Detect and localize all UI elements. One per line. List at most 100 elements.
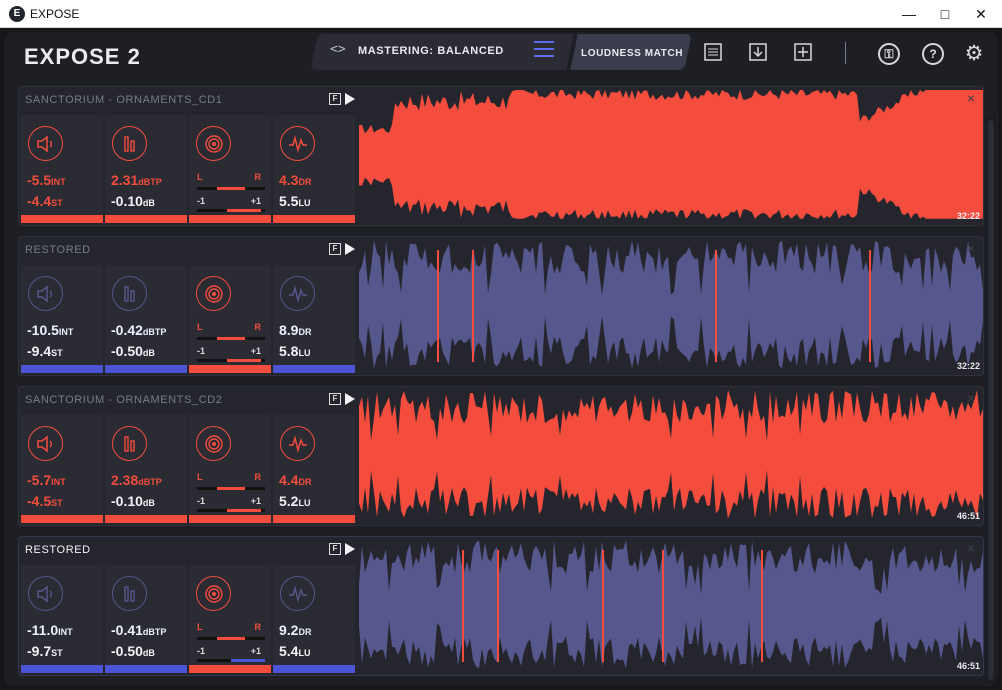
- add-icon[interactable]: [793, 42, 813, 62]
- stereo-field-icon: [196, 126, 231, 161]
- maximize-button[interactable]: □: [926, 0, 964, 28]
- notes-icon[interactable]: [703, 42, 723, 62]
- meter-panel: 9.2DR 5.4LU: [273, 565, 355, 673]
- scrollbar[interactable]: [986, 116, 996, 684]
- correlation-line: [197, 509, 265, 512]
- minus-label: -1: [197, 196, 206, 206]
- meter-number: -5.5: [27, 172, 52, 188]
- dynamic-range-icon: [280, 276, 315, 311]
- play-button[interactable]: [345, 393, 355, 405]
- file-icon[interactable]: F: [329, 543, 341, 555]
- meter-number: -4.4: [27, 193, 52, 209]
- remove-track-icon[interactable]: ×: [967, 540, 975, 556]
- code-icon[interactable]: <>: [330, 42, 346, 57]
- meter-value-dr: 4.3DR: [279, 172, 311, 188]
- waveform[interactable]: [359, 388, 983, 524]
- track-card[interactable]: RESTORED F -10.5INT -9.4ST -0.42dBTP -0.50d…: [18, 236, 984, 376]
- meter-status-bar: [273, 215, 355, 223]
- scrollbar-thumb[interactable]: [988, 120, 994, 680]
- meter-unit: INT: [51, 177, 66, 187]
- meter-unit: LU: [298, 498, 311, 508]
- waveform[interactable]: [359, 88, 983, 224]
- meter-number: -4.5: [27, 493, 52, 509]
- meter-panel: -10.5INT -9.4ST: [21, 265, 103, 373]
- meter-number: 9.2: [279, 622, 299, 638]
- correlation-line: [197, 209, 265, 212]
- meter-panel: 2.38dBTP -0.10dB: [105, 415, 187, 523]
- track-name: SANCTORIUM - ORNAMENTS_CD1: [25, 94, 223, 106]
- file-icon[interactable]: F: [329, 93, 341, 105]
- preset-menu-icon[interactable]: [534, 41, 554, 57]
- meter-unit: dB: [142, 348, 155, 358]
- clipping-marker: [462, 550, 464, 662]
- meter-number: 5.8: [279, 343, 299, 359]
- waveform-shape: [359, 540, 983, 669]
- remove-track-icon[interactable]: ×: [967, 240, 975, 256]
- speaker-icon: [28, 426, 63, 461]
- remove-track-icon[interactable]: ×: [967, 90, 975, 106]
- track-name: SANCTORIUM - ORNAMENTS_CD2: [25, 394, 223, 406]
- play-button[interactable]: [345, 93, 355, 105]
- minus-label: -1: [197, 646, 206, 656]
- minus-label: -1: [197, 496, 206, 506]
- right-label: R: [254, 172, 262, 182]
- app-icon: E: [9, 6, 25, 22]
- settings-icon[interactable]: ⚙: [963, 43, 985, 65]
- meter-panel: -0.41dBTP -0.50dB: [105, 565, 187, 673]
- meter-panel: L R -1 +1: [189, 415, 271, 523]
- meter-number: -0.50: [111, 343, 143, 359]
- file-icon[interactable]: F: [329, 243, 341, 255]
- waveform[interactable]: [359, 538, 983, 674]
- waveform-shape: [359, 240, 983, 369]
- track-card[interactable]: RESTORED F -11.0INT -9.7ST -0.41dBTP -0.50d…: [18, 536, 984, 676]
- meter-status-bar: [273, 365, 355, 373]
- export-icon[interactable]: [748, 42, 768, 62]
- close-button[interactable]: ✕: [962, 0, 1000, 28]
- meter-unit: dB: [142, 648, 155, 658]
- remove-track-icon[interactable]: ×: [967, 390, 975, 406]
- waveform[interactable]: [359, 238, 983, 374]
- meter-value-lu: 5.8LU: [279, 343, 310, 359]
- meter-number: 4.4: [279, 472, 299, 488]
- meter-value-st: -9.4ST: [27, 343, 63, 359]
- meter-panel: L R -1 +1: [189, 265, 271, 373]
- track-card[interactable]: SANCTORIUM - ORNAMENTS_CD1 F -5.5INT -4.4…: [18, 86, 984, 226]
- meter-panel: 2.31dBTP -0.10dB: [105, 115, 187, 223]
- track-card[interactable]: SANCTORIUM - ORNAMENTS_CD2 F -5.7INT -4.5…: [18, 386, 984, 526]
- correlation-line: [197, 659, 265, 662]
- play-button[interactable]: [345, 243, 355, 255]
- meter-value-dbtp: 2.31dBTP: [111, 172, 162, 188]
- meter-value-dbtp: 2.38dBTP: [111, 472, 162, 488]
- stereo-meter: L R -1 +1: [197, 622, 265, 664]
- meter-panel: -0.42dBTP -0.50dB: [105, 265, 187, 373]
- meter-unit: ST: [51, 348, 63, 358]
- left-label: L: [197, 472, 203, 482]
- track-name: RESTORED: [25, 244, 91, 256]
- meter-value-dr: 4.4DR: [279, 472, 311, 488]
- minimize-button[interactable]: —: [890, 0, 928, 28]
- play-button[interactable]: [345, 543, 355, 555]
- meter-value-dbtp: -0.42dBTP: [111, 322, 166, 338]
- stereo-meter: L R -1 +1: [197, 172, 265, 214]
- meter-number: -0.10: [111, 193, 143, 209]
- speaker-icon: [28, 276, 63, 311]
- meter-value-st: -4.5ST: [27, 493, 63, 509]
- stereo-line: [197, 637, 265, 640]
- file-icon[interactable]: F: [329, 393, 341, 405]
- clipping-marker: [869, 250, 871, 362]
- peak-meter-icon: [112, 576, 147, 611]
- help-icon[interactable]: ?: [922, 43, 944, 65]
- correlation-fill: [227, 509, 261, 512]
- meter-number: -5.7: [27, 472, 52, 488]
- stereo-meter: L R -1 +1: [197, 472, 265, 514]
- meter-number: -9.4: [27, 343, 52, 359]
- key-icon[interactable]: ⚿: [878, 43, 900, 65]
- track-duration: 32:22: [956, 211, 980, 221]
- preset-label: MASTERING: BALANCED: [358, 45, 504, 57]
- meter-value-int: -11.0INT: [27, 622, 73, 638]
- correlation-fill: [227, 359, 261, 362]
- track-duration: 32:22: [956, 361, 980, 371]
- meter-number: 2.31: [111, 172, 139, 188]
- meter-unit: LU: [298, 648, 311, 658]
- stereo-line: [197, 337, 265, 340]
